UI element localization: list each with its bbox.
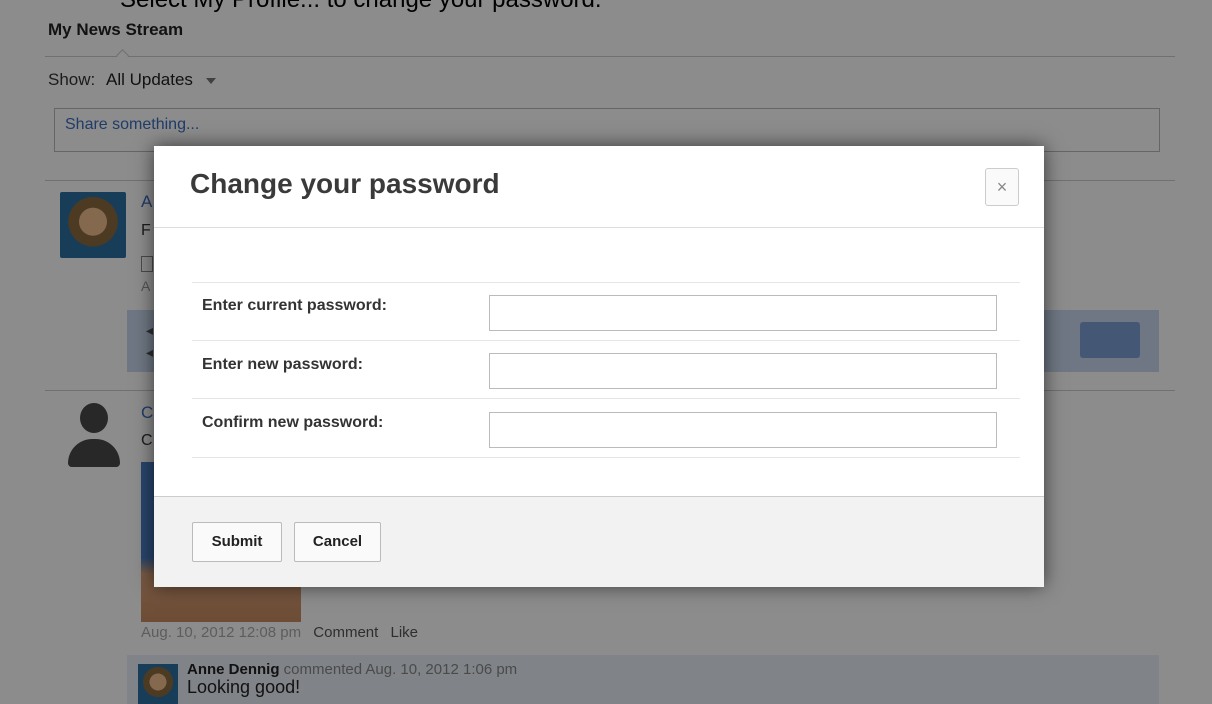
divider — [154, 227, 1044, 228]
cancel-button[interactable]: Cancel — [294, 522, 381, 562]
dialog-footer — [154, 496, 1044, 587]
new-password-label: Enter new password: — [202, 356, 363, 373]
divider — [192, 457, 1020, 458]
divider — [192, 282, 1020, 283]
confirm-password-label: Confirm new password: — [202, 414, 384, 431]
change-password-dialog: Change your password × Enter current pas… — [154, 146, 1044, 587]
divider — [192, 340, 1020, 341]
confirm-password-field[interactable] — [489, 412, 997, 448]
submit-button[interactable]: Submit — [192, 522, 282, 562]
current-password-field[interactable] — [489, 295, 997, 331]
current-password-label: Enter current password: — [202, 297, 387, 314]
new-password-field[interactable] — [489, 353, 997, 389]
close-icon: × — [996, 177, 1008, 197]
dialog-title: Change your password — [190, 168, 500, 199]
close-button[interactable]: × — [985, 168, 1019, 206]
divider — [192, 398, 1020, 399]
